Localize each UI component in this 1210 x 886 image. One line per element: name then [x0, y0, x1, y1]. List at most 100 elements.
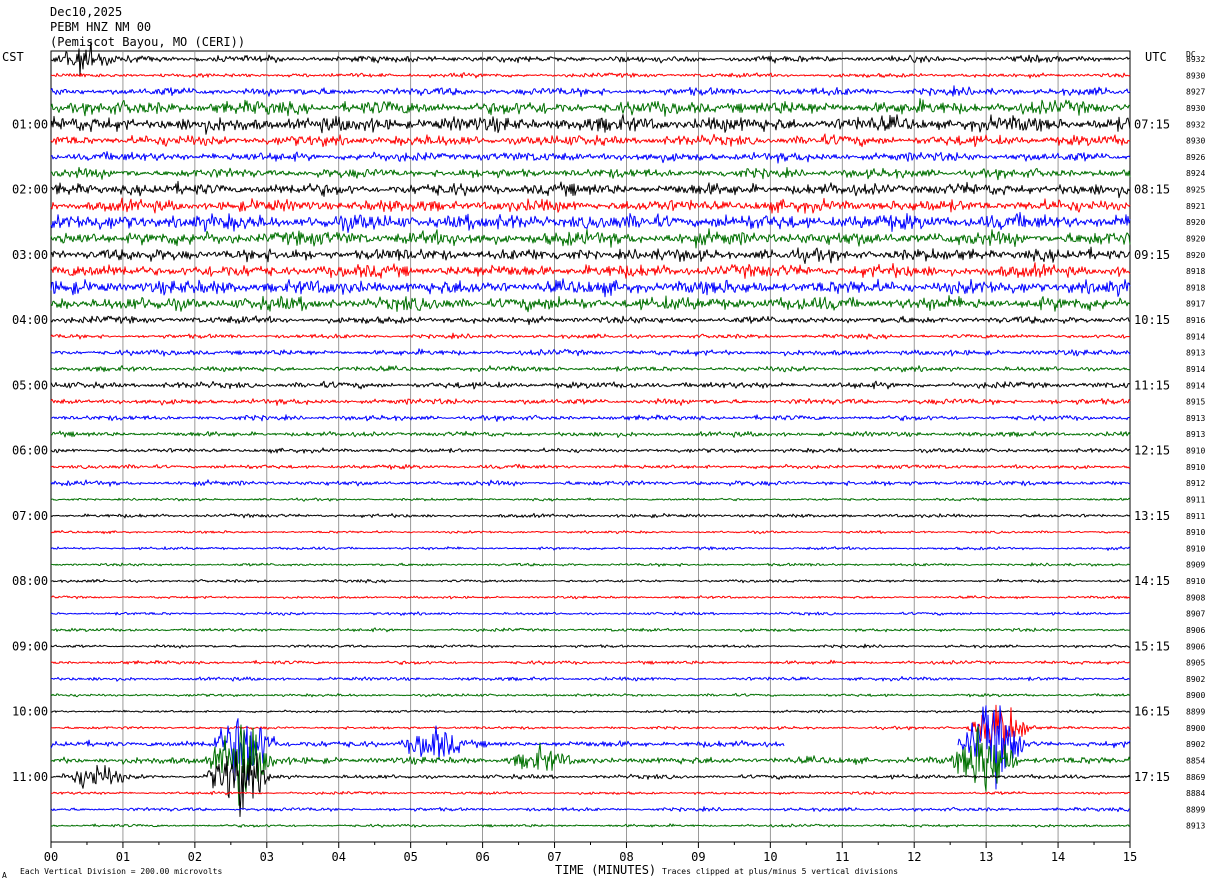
dc-offset-label: 8914 [1186, 332, 1205, 341]
dc-offset-label: 8930 [1186, 104, 1205, 113]
seismic-trace [50, 611, 1131, 616]
cst-hour-label: 06:00 [12, 444, 48, 458]
x-tick-label: 11 [835, 850, 849, 864]
dc-offset-label: 8930 [1186, 71, 1205, 80]
seismic-trace [50, 197, 1131, 214]
dc-offset-label: 8932 [1186, 120, 1205, 129]
dc-offset-label: 8854 [1186, 756, 1205, 765]
footer-mark: A [2, 871, 7, 880]
seismic-trace [50, 72, 1131, 79]
utc-hour-label: 14:15 [1134, 574, 1170, 588]
dc-offset-label: 8920 [1186, 218, 1205, 227]
dc-offset-label: 8917 [1186, 300, 1205, 309]
seismic-trace [50, 414, 1131, 422]
cst-hour-label: 05:00 [12, 378, 48, 392]
seismic-trace [50, 278, 1131, 298]
clipping-note: Traces clipped at plus/minus 5 vertical … [662, 867, 899, 876]
x-tick-label: 08 [619, 850, 633, 864]
dc-offset-label: 8911 [1186, 512, 1205, 521]
seismic-trace [50, 398, 1131, 406]
seismogram-plot: 00 01 02 03 04 05 06 07 08 09 10 11 12 13 14 15 01:00 02:… [12, 41, 1205, 864]
seismic-trace [50, 530, 1131, 535]
seismic-trace [50, 295, 1131, 313]
cst-hour-label: 10:00 [12, 705, 48, 719]
dc-offset-label: 8899 [1186, 708, 1205, 717]
dc-offset-label: 8914 [1186, 365, 1205, 374]
dc-offset-label: 8910 [1186, 544, 1205, 553]
x-tick-label: 04 [332, 850, 346, 864]
dc-offset-label: 8920 [1186, 251, 1205, 260]
seismic-trace [50, 246, 1131, 264]
seismic-trace [50, 114, 1131, 135]
x-tick-label: 09 [691, 850, 705, 864]
seismic-trace [50, 692, 1131, 698]
dc-offset-label: 8902 [1186, 675, 1205, 684]
dc-offset-label: 8910 [1186, 447, 1205, 456]
dc-offset-label: 8913 [1186, 822, 1205, 831]
cst-hour-label: 07:00 [12, 509, 48, 523]
cst-hour-label: 11:00 [12, 770, 48, 784]
seismic-trace [51, 790, 1131, 796]
dc-offset-label: 8907 [1186, 610, 1205, 619]
dc-offset-label: 8927 [1186, 88, 1205, 97]
seismic-trace [50, 497, 1131, 502]
x-tick-label: 00 [44, 850, 58, 864]
seismic-trace [50, 228, 1131, 249]
dc-offset-label: 8921 [1186, 202, 1205, 211]
x-tick-label: 06 [475, 850, 489, 864]
dc-offset-label: 8899 [1186, 805, 1205, 814]
x-tick-label: 13 [979, 850, 993, 864]
x-tick-label: 14 [1051, 850, 1065, 864]
dc-offset-label: 8902 [1186, 740, 1205, 749]
seismic-trace [50, 512, 1131, 519]
utc-hour-label: 08:15 [1134, 183, 1170, 197]
dc-offset-label: 8926 [1186, 153, 1205, 162]
dc-offset-label: 8909 [1186, 561, 1205, 570]
dc-offset-label: 8884 [1186, 789, 1205, 798]
seismic-trace [50, 562, 1131, 567]
seismic-trace [50, 41, 1131, 77]
x-tick-label: 02 [188, 850, 202, 864]
dc-offset-label: 8920 [1186, 234, 1205, 243]
seismic-trace [50, 627, 1131, 633]
utc-hour-label: 07:15 [1134, 117, 1170, 131]
seismic-trace [50, 380, 1131, 390]
dc-offset-label: 8869 [1186, 773, 1205, 782]
seismic-trace [50, 578, 1131, 584]
dc-offset-label: 8913 [1186, 414, 1205, 423]
cst-hour-label: 09:00 [12, 639, 48, 653]
dc-offset-label: 8918 [1186, 267, 1205, 276]
cst-hour-label: 02:00 [12, 183, 48, 197]
x-tick-label: 12 [907, 850, 921, 864]
dc-offset-label: 8906 [1186, 642, 1205, 651]
seismic-trace [50, 262, 1131, 279]
utc-hour-label: 12:15 [1134, 444, 1170, 458]
seismic-trace [50, 709, 1131, 714]
seismic-trace [50, 332, 1131, 340]
seismic-trace [50, 166, 1131, 181]
dc-offset-label: 8930 [1186, 137, 1205, 146]
seismic-trace [50, 823, 1131, 828]
dc-offset-label: 8908 [1186, 593, 1205, 602]
seismic-trace [50, 643, 1131, 649]
dc-offset-label: 8900 [1186, 724, 1205, 733]
dc-offset-label: 8913 [1186, 349, 1205, 358]
dc-offset-label: 8914 [1186, 381, 1205, 390]
seismic-trace [50, 806, 1131, 813]
seismic-trace [50, 98, 1131, 117]
seismic-trace [50, 315, 1130, 326]
seismic-trace [50, 546, 1131, 551]
seismic-trace [50, 211, 1131, 233]
utc-hour-label: 11:15 [1134, 378, 1170, 392]
dc-offset-label: 8913 [1186, 430, 1205, 439]
seismic-trace [50, 85, 1131, 98]
dc-offset-label: 8912 [1186, 479, 1205, 488]
cst-hour-label: 04:00 [12, 313, 48, 327]
seismic-trace [50, 595, 1131, 600]
dc-offset-label: 8906 [1186, 626, 1205, 635]
seismic-trace [50, 463, 1131, 470]
vertical-division-note: Each Vertical Division = 200.00 microvol… [20, 867, 223, 876]
plot-frame [50, 50, 1131, 843]
seismic-trace [50, 133, 1131, 148]
seismic-trace [50, 180, 1131, 199]
